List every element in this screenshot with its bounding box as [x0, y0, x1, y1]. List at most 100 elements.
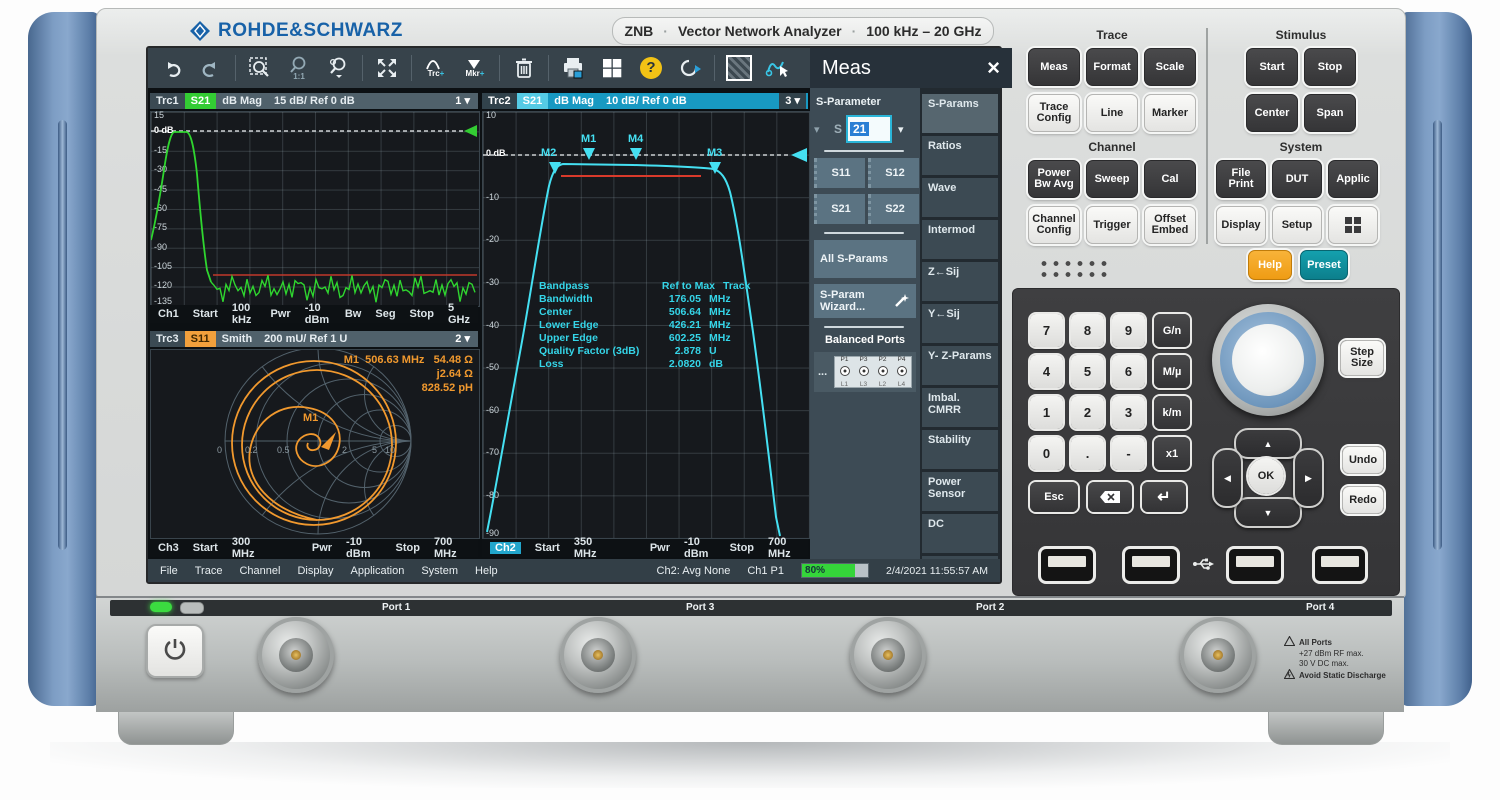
chevron-down-icon[interactable]: ▾: [814, 123, 834, 136]
menu-application[interactable]: Application: [351, 565, 405, 577]
power-button[interactable]: [146, 624, 204, 678]
ok-key[interactable]: OK: [1248, 458, 1284, 494]
menu-channel[interactable]: Channel: [239, 565, 280, 577]
undo-icon[interactable]: [154, 51, 190, 85]
s21-button[interactable]: S21: [814, 194, 865, 224]
key-7[interactable]: 7: [1030, 314, 1063, 347]
usb-port-2[interactable]: [1122, 546, 1180, 584]
key-minus[interactable]: -: [1112, 437, 1145, 470]
refresh-icon[interactable]: [672, 51, 708, 85]
key-x1[interactable]: x1: [1154, 437, 1190, 470]
scale-key[interactable]: Scale: [1144, 48, 1196, 86]
esc-key[interactable]: Esc: [1030, 482, 1078, 512]
arrow-up-key[interactable]: ▲: [1234, 428, 1302, 459]
tab-wave[interactable]: Wave: [922, 178, 998, 217]
preset-key[interactable]: Preset: [1300, 250, 1348, 280]
tab-power-sensor[interactable]: Power Sensor: [922, 472, 998, 511]
file-print-key[interactable]: File Print: [1216, 160, 1266, 198]
enter-key[interactable]: ↵: [1142, 482, 1186, 512]
power-bw-avg-key[interactable]: Power Bw Avg: [1028, 160, 1080, 198]
display-key[interactable]: Display: [1216, 206, 1266, 244]
trc2-plot[interactable]: 10 0 dB -10 -20 -30 -40 -50 -60 -70 -80 …: [482, 111, 810, 539]
tab-stability[interactable]: Stability: [922, 430, 998, 469]
trc1-name[interactable]: Trc1: [150, 93, 185, 109]
port2-connector[interactable]: [850, 617, 926, 693]
format-key[interactable]: Format: [1086, 48, 1138, 86]
trc2-header[interactable]: Trc2 S21 dB Mag 10 dB/ Ref 0 dB: [482, 93, 808, 109]
key-6[interactable]: 6: [1112, 355, 1145, 388]
tab-imbal-cmrr[interactable]: Imbal. CMRR: [922, 388, 998, 427]
stop-key[interactable]: Stop: [1304, 48, 1356, 86]
trc1-window-select[interactable]: 1 ▾: [449, 93, 476, 109]
offset-embed-key[interactable]: Offset Embed: [1144, 206, 1196, 244]
rotary-knob[interactable]: [1212, 304, 1324, 416]
key-2[interactable]: 2: [1071, 396, 1104, 429]
applic-key[interactable]: Applic: [1328, 160, 1378, 198]
trc1-plot[interactable]: 15 0 dB -15 -30 -45 -60 -75 -90 -105 -12…: [150, 111, 480, 307]
s12-button[interactable]: S12: [868, 158, 919, 188]
trigger-key[interactable]: Trigger: [1086, 206, 1138, 244]
undo-key[interactable]: Undo: [1342, 446, 1384, 474]
key-3[interactable]: 3: [1112, 396, 1145, 429]
key-5[interactable]: 5: [1071, 355, 1104, 388]
key-9[interactable]: 9: [1112, 314, 1145, 347]
arrow-left-key[interactable]: ◀: [1212, 448, 1243, 508]
trc2-param-chip[interactable]: S21: [517, 93, 549, 109]
all-sparams-button[interactable]: All S-Params: [814, 240, 916, 278]
fullscreen-icon[interactable]: [369, 51, 405, 85]
trc2-window-select[interactable]: 3 ▾: [779, 93, 806, 109]
span-key[interactable]: Span: [1304, 94, 1356, 132]
key-1[interactable]: 1: [1030, 396, 1063, 429]
tab-ratios[interactable]: Ratios: [922, 136, 998, 175]
trc3-window-select[interactable]: 2 ▾: [449, 331, 476, 347]
display-off-icon[interactable]: [721, 51, 757, 85]
arrow-right-key[interactable]: ▶: [1293, 448, 1324, 508]
trc3-header[interactable]: Trc3 S11 Smith 200 mU/ Ref 1 U: [150, 331, 478, 347]
start-key[interactable]: Start: [1246, 48, 1298, 86]
add-trace-icon[interactable]: Trc+: [418, 51, 454, 85]
menu-file[interactable]: File: [160, 565, 178, 577]
cal-key[interactable]: Cal: [1144, 160, 1196, 198]
print-icon[interactable]: [555, 51, 591, 85]
backspace-key[interactable]: [1088, 482, 1132, 512]
tab-yz-params[interactable]: Y- Z-Params: [922, 346, 998, 385]
trc3-param-chip[interactable]: S11: [185, 331, 216, 347]
delete-trace-icon[interactable]: [506, 51, 542, 85]
windows-key[interactable]: [1328, 206, 1378, 244]
balanced-ports-button[interactable]: ... P1L1 P3L3 P2L2 P4L4: [814, 352, 916, 392]
trace-config-key[interactable]: Trace Config: [1028, 94, 1080, 132]
key-0[interactable]: 0: [1030, 437, 1063, 470]
key-gn[interactable]: G/n: [1154, 314, 1190, 347]
s-parameter-dropdown[interactable]: ▾ S 21 ▾: [814, 114, 916, 144]
key-8[interactable]: 8: [1071, 314, 1104, 347]
tab-intermod[interactable]: Intermod: [922, 220, 998, 259]
menu-display[interactable]: Display: [297, 565, 333, 577]
sweep-key[interactable]: Sweep: [1086, 160, 1138, 198]
tab-s-params[interactable]: S-Params: [922, 94, 998, 133]
port1-connector[interactable]: [258, 617, 334, 693]
key-km[interactable]: k/m: [1154, 396, 1190, 429]
zoom-1to1-icon[interactable]: 1:1: [281, 51, 317, 85]
close-icon[interactable]: ×: [987, 55, 1000, 81]
redo-key[interactable]: Redo: [1342, 486, 1384, 514]
setup-key[interactable]: Setup: [1272, 206, 1322, 244]
zoom-settings-icon[interactable]: [320, 51, 356, 85]
touch-gestures-icon[interactable]: [760, 51, 796, 85]
port4-connector[interactable]: [1180, 617, 1256, 693]
usb-port-1[interactable]: [1038, 546, 1096, 584]
trc1-param-chip[interactable]: S21: [185, 93, 217, 109]
ch2-label[interactable]: Ch2: [490, 542, 521, 554]
s22-button[interactable]: S22: [868, 194, 919, 224]
center-key[interactable]: Center: [1246, 94, 1298, 132]
trc3-name[interactable]: Trc3: [150, 331, 185, 347]
dut-key[interactable]: DUT: [1272, 160, 1322, 198]
channel-config-key[interactable]: Channel Config: [1028, 206, 1080, 244]
tab-z-sij[interactable]: Z←Sij: [922, 262, 998, 301]
usb-port-4[interactable]: [1312, 546, 1368, 584]
touchscreen[interactable]: 1:1 Trc+ Mkr+ ? Trc1 S21 dB Mag 15 dB/ R…: [146, 46, 1002, 584]
help-icon[interactable]: ?: [633, 51, 669, 85]
help-key[interactable]: Help: [1248, 250, 1292, 280]
redo-icon[interactable]: [193, 51, 229, 85]
s-param-value-field[interactable]: 21: [846, 115, 892, 143]
port3-connector[interactable]: [560, 617, 636, 693]
